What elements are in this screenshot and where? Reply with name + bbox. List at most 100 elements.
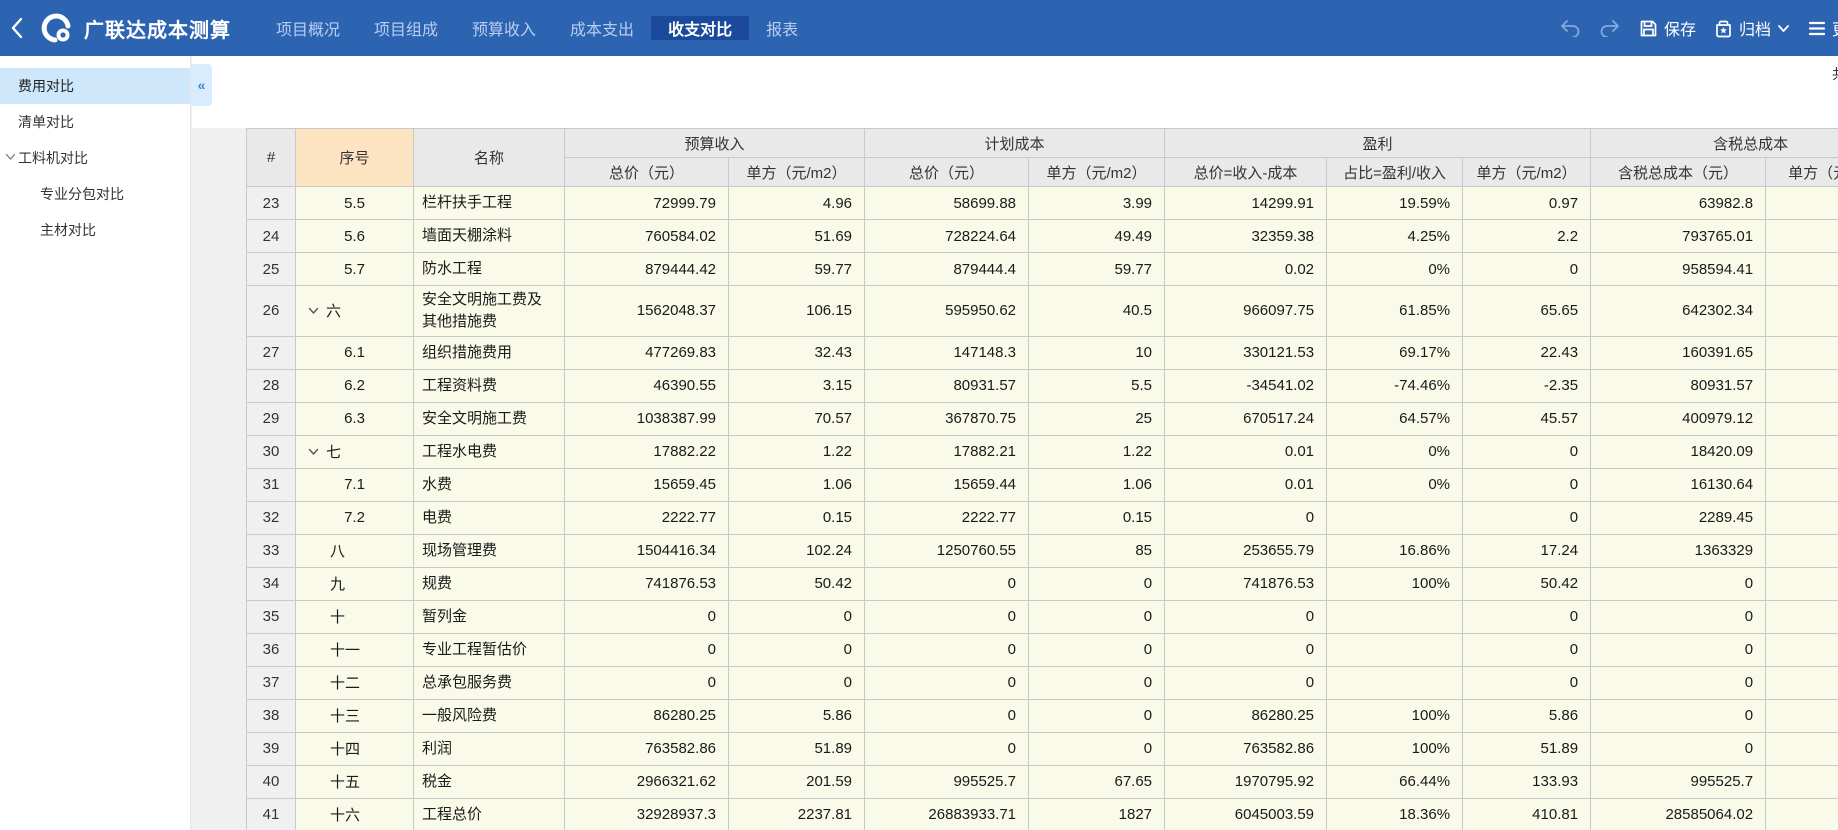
row-name-cell: 工程资料费 bbox=[414, 369, 565, 402]
table-row[interactable]: 33八现场管理费1504416.34102.241250760.55852536… bbox=[247, 534, 1838, 567]
row-seq-cell: 十 bbox=[296, 600, 414, 633]
sidebar-item[interactable]: 清单对比 bbox=[0, 104, 190, 140]
table-header: # 序号 名称 预算收入计划成本盈利含税总成本 总价（元）单方（元/m2）总价（… bbox=[247, 129, 1838, 187]
profit-total-cell: 0 bbox=[1165, 666, 1327, 699]
row-seq-cell: 十六 bbox=[296, 798, 414, 830]
profit-unit-cell: 5.86 bbox=[1463, 699, 1591, 732]
plan-unit-cell: 1.06 bbox=[1029, 468, 1165, 501]
col-subheader[interactable]: 单方（元/m2） bbox=[1766, 158, 1838, 187]
col-header-name[interactable]: 名称 bbox=[414, 129, 565, 187]
sidebar-item[interactable]: 费用对比 bbox=[0, 68, 190, 104]
topbar-tab[interactable]: 收支对比 bbox=[651, 16, 749, 40]
table-row[interactable]: 255.7防水工程879444.4259.77879444.459.770.02… bbox=[247, 253, 1838, 286]
more-menu-button[interactable]: 更 bbox=[1808, 16, 1838, 40]
table-row[interactable]: 327.2电费2222.770.152222.770.15002289.45 bbox=[247, 501, 1838, 534]
row-expand-chevron-icon[interactable] bbox=[308, 302, 319, 319]
col-header-seq[interactable]: 序号 bbox=[296, 129, 414, 187]
profit-ratio-cell: 0% bbox=[1327, 253, 1463, 286]
tax-unit-cell bbox=[1766, 534, 1838, 567]
table-row[interactable]: 245.6墙面天棚涂料760584.0251.69728224.6449.493… bbox=[247, 220, 1838, 253]
sidebar-item-label: 清单对比 bbox=[18, 112, 74, 132]
col-subheader[interactable]: 单方（元/m2） bbox=[729, 158, 865, 187]
table-row[interactable]: 235.5栏杆扶手工程72999.794.9658699.883.9914299… bbox=[247, 187, 1838, 220]
table-row[interactable]: 30七工程水电费17882.221.2217882.211.220.010%01… bbox=[247, 435, 1838, 468]
plan-unit-cell: 10 bbox=[1029, 336, 1165, 369]
sidebar-item[interactable]: 工料机对比 bbox=[0, 140, 190, 176]
comparison-table-wrap: # 序号 名称 预算收入计划成本盈利含税总成本 总价（元）单方（元/m2）总价（… bbox=[246, 128, 1838, 830]
table-row[interactable]: 286.2工程资料费46390.553.1580931.575.5-34541.… bbox=[247, 369, 1838, 402]
table-row[interactable]: 34九规费741876.5350.4200741876.53100%50.420 bbox=[247, 567, 1838, 600]
table-row[interactable]: 296.3安全文明施工费1038387.9970.57367870.752567… bbox=[247, 402, 1838, 435]
table-body: 235.5栏杆扶手工程72999.794.9658699.883.9914299… bbox=[247, 187, 1838, 830]
row-seq-cell: 5.6 bbox=[296, 220, 414, 253]
col-group-header[interactable]: 含税总成本 bbox=[1591, 129, 1838, 158]
topbar-tab[interactable]: 项目概况 bbox=[259, 16, 357, 40]
sidebar-item-label: 费用对比 bbox=[18, 76, 74, 96]
sidebar-item[interactable]: 专业分包对比 bbox=[0, 176, 190, 212]
plan-total-cell: 80931.57 bbox=[865, 369, 1029, 402]
table-row[interactable]: 276.1组织措施费用477269.8332.43147148.31033012… bbox=[247, 336, 1838, 369]
back-button[interactable] bbox=[0, 17, 34, 39]
col-group-header[interactable]: 盈利 bbox=[1165, 129, 1591, 158]
table-row[interactable]: 39十四利润763582.8651.8900763582.86100%51.89… bbox=[247, 732, 1838, 765]
sidebar-collapse-button[interactable]: « bbox=[191, 64, 212, 106]
col-subheader[interactable]: 总价（元） bbox=[865, 158, 1029, 187]
topbar-tab[interactable]: 报表 bbox=[749, 16, 815, 40]
table-row[interactable]: 41十六工程总价32928937.32237.8126883933.711827… bbox=[247, 798, 1838, 830]
col-subheader[interactable]: 单方（元/m2） bbox=[1029, 158, 1165, 187]
record-count-partial: 共 bbox=[1832, 64, 1838, 84]
topbar-tab[interactable]: 成本支出 bbox=[553, 16, 651, 40]
tax-total-cell: 0 bbox=[1591, 633, 1766, 666]
col-group-header[interactable]: 计划成本 bbox=[865, 129, 1165, 158]
topbar-tab[interactable]: 项目组成 bbox=[357, 16, 455, 40]
cost-comparison-table: # 序号 名称 预算收入计划成本盈利含税总成本 总价（元）单方（元/m2）总价（… bbox=[246, 128, 1838, 830]
col-subheader[interactable]: 总价（元） bbox=[565, 158, 729, 187]
app-logo-icon bbox=[34, 10, 78, 46]
budget-unit-cell: 2237.81 bbox=[729, 798, 865, 830]
profit-unit-cell: 17.24 bbox=[1463, 534, 1591, 567]
row-seq-label: 5.5 bbox=[344, 195, 365, 212]
redo-button[interactable] bbox=[1599, 19, 1621, 37]
table-row[interactable]: 40十五税金2966321.62201.59995525.767.6519707… bbox=[247, 765, 1838, 798]
undo-button[interactable] bbox=[1559, 19, 1581, 37]
table-row[interactable]: 37十二总承包服务费0000000 bbox=[247, 666, 1838, 699]
table-row[interactable]: 317.1水费15659.451.0615659.441.060.010%016… bbox=[247, 468, 1838, 501]
budget-total-cell: 763582.86 bbox=[565, 732, 729, 765]
col-subheader[interactable]: 总价=收入-成本 bbox=[1165, 158, 1327, 187]
topbar-tab[interactable]: 预算收入 bbox=[455, 16, 553, 40]
table-row[interactable]: 35十暂列金0000000 bbox=[247, 600, 1838, 633]
row-name-cell: 暂列金 bbox=[414, 600, 565, 633]
row-expand-chevron-icon[interactable] bbox=[308, 443, 319, 460]
budget-total-cell: 741876.53 bbox=[565, 567, 729, 600]
col-header-index[interactable]: # bbox=[247, 129, 296, 187]
archive-button[interactable]: 归档 bbox=[1714, 16, 1790, 40]
col-group-header[interactable]: 预算收入 bbox=[565, 129, 865, 158]
row-index-cell: 34 bbox=[247, 567, 296, 600]
row-seq-cell: 九 bbox=[296, 567, 414, 600]
row-name-cell: 栏杆扶手工程 bbox=[414, 187, 565, 220]
row-seq-label: 十六 bbox=[330, 807, 360, 824]
save-button[interactable]: 保存 bbox=[1639, 16, 1696, 40]
chevron-down-icon[interactable] bbox=[5, 153, 16, 161]
tax-total-cell: 0 bbox=[1591, 600, 1766, 633]
row-name-cell: 防水工程 bbox=[414, 253, 565, 286]
table-row[interactable]: 36十一专业工程暂估价0000000 bbox=[247, 633, 1838, 666]
col-subheader[interactable]: 占比=盈利/收入 bbox=[1327, 158, 1463, 187]
budget-total-cell: 32928937.3 bbox=[565, 798, 729, 830]
tax-total-cell: 958594.41 bbox=[1591, 253, 1766, 286]
plan-total-cell: 0 bbox=[865, 567, 1029, 600]
row-seq-label: 八 bbox=[330, 543, 345, 560]
col-subheader[interactable]: 单方（元/m2） bbox=[1463, 158, 1591, 187]
profit-ratio-cell: 100% bbox=[1327, 732, 1463, 765]
table-row[interactable]: 26六安全文明施工费及其他措施费1562048.37106.15595950.6… bbox=[247, 286, 1838, 337]
col-subheader[interactable]: 含税总成本（元） bbox=[1591, 158, 1766, 187]
sidebar-item[interactable]: 主材对比 bbox=[0, 212, 190, 248]
row-index-cell: 27 bbox=[247, 336, 296, 369]
profit-unit-cell: 22.43 bbox=[1463, 336, 1591, 369]
profit-ratio-cell: 18.36% bbox=[1327, 798, 1463, 830]
budget-total-cell: 1504416.34 bbox=[565, 534, 729, 567]
budget-unit-cell: 50.42 bbox=[729, 567, 865, 600]
table-row[interactable]: 38十三一般风险费86280.255.860086280.25100%5.860 bbox=[247, 699, 1838, 732]
budget-unit-cell: 5.86 bbox=[729, 699, 865, 732]
sidebar-item-label: 主材对比 bbox=[40, 220, 96, 240]
